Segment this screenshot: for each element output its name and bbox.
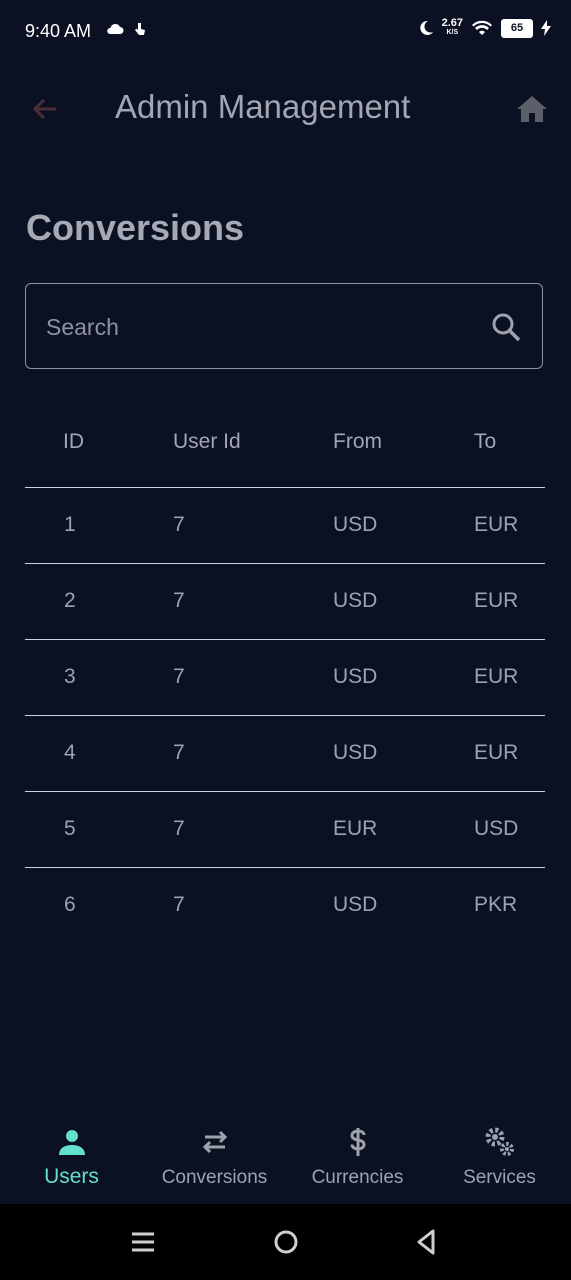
touch-icon xyxy=(135,23,145,35)
nav-label-users: Users xyxy=(44,1165,99,1188)
table-row[interactable]: 5 7 EUR USD xyxy=(25,792,545,868)
bottom-nav: Users Conversions Currencies Services xyxy=(0,1110,571,1204)
cell-to: EUR xyxy=(474,741,519,764)
cell-id: 5 xyxy=(64,817,76,840)
cell-to: EUR xyxy=(474,513,519,536)
header-user-id[interactable]: User Id xyxy=(173,430,241,454)
search-input[interactable] xyxy=(44,306,478,348)
status-bar: 9:40 AM 2.67 K/S 65 xyxy=(0,0,571,64)
table-header: ID User Id From To xyxy=(25,400,545,488)
cell-from: EUR xyxy=(333,817,378,840)
back-button[interactable] xyxy=(28,92,62,126)
search-box[interactable] xyxy=(25,283,543,369)
gears-icon xyxy=(485,1127,514,1156)
cell-user-id: 7 xyxy=(173,817,185,840)
battery-indicator: 65 xyxy=(501,18,533,38)
header-from[interactable]: From xyxy=(333,430,382,454)
home-icon xyxy=(517,96,547,122)
nav-label-conversions: Conversions xyxy=(161,1167,268,1188)
swap-arrows-icon xyxy=(202,1130,227,1154)
cell-id: 4 xyxy=(64,741,76,764)
dollar-icon xyxy=(349,1128,366,1156)
cell-user-id: 7 xyxy=(173,589,185,612)
cell-id: 3 xyxy=(64,665,76,688)
nav-label-services: Services xyxy=(463,1167,536,1188)
network-speed-unit: K/S xyxy=(446,29,459,36)
cell-id: 6 xyxy=(64,893,76,916)
system-nav-bar xyxy=(0,1204,571,1280)
app-title: Admin Management xyxy=(115,88,411,125)
person-icon xyxy=(58,1130,85,1155)
header-to[interactable]: To xyxy=(474,430,496,454)
cell-to: EUR xyxy=(474,665,519,688)
cell-from: USD xyxy=(333,513,378,536)
cell-from: USD xyxy=(333,589,378,612)
cell-to: PKR xyxy=(474,893,518,916)
cell-to: EUR xyxy=(474,589,519,612)
nav-item-services[interactable]: Services xyxy=(428,1110,571,1204)
table-row[interactable]: 3 7 USD EUR xyxy=(25,640,545,716)
table-row[interactable]: 4 7 USD EUR xyxy=(25,716,545,792)
menu-icon[interactable] xyxy=(129,1228,157,1256)
cell-from: USD xyxy=(333,893,378,916)
home-circle-icon[interactable] xyxy=(272,1228,300,1256)
cell-to: USD xyxy=(474,817,519,840)
nav-item-conversions[interactable]: Conversions xyxy=(143,1110,286,1204)
cell-from: USD xyxy=(333,741,378,764)
table-row[interactable]: 1 7 USD EUR xyxy=(25,488,545,564)
nav-item-users[interactable]: Users xyxy=(0,1110,143,1204)
status-icons-right: 2.67 K/S 65 xyxy=(417,18,551,38)
cell-id: 2 xyxy=(64,589,76,612)
page-title: Conversions xyxy=(26,207,245,248)
moon-icon xyxy=(419,20,433,35)
nav-item-currencies[interactable]: Currencies xyxy=(286,1110,429,1204)
status-time: 9:40 AM xyxy=(25,21,92,41)
search-icon[interactable] xyxy=(490,311,522,343)
cell-user-id: 7 xyxy=(173,893,185,916)
table-row[interactable]: 2 7 USD EUR xyxy=(25,564,545,640)
home-button[interactable] xyxy=(515,92,549,126)
charging-bolt-icon xyxy=(541,20,551,36)
cell-user-id: 7 xyxy=(173,741,185,764)
back-triangle-icon[interactable] xyxy=(413,1228,441,1256)
header-id[interactable]: ID xyxy=(63,430,84,454)
cell-from: USD xyxy=(333,665,378,688)
table-row[interactable]: 6 7 USD PKR xyxy=(25,868,545,943)
conversions-table: ID User Id From To 1 7 USD EUR 2 7 USD E… xyxy=(25,400,545,943)
cell-user-id: 7 xyxy=(173,513,185,536)
nav-label-currencies: Currencies xyxy=(311,1167,404,1188)
network-speed: 2.67 K/S xyxy=(442,18,463,38)
cloud-icon xyxy=(107,23,124,34)
cell-user-id: 7 xyxy=(173,665,185,688)
status-icons-left xyxy=(106,22,146,36)
arrow-left-icon xyxy=(32,98,56,120)
wifi-icon xyxy=(472,20,492,35)
cell-id: 1 xyxy=(64,513,76,536)
app-bar: Admin Management xyxy=(0,70,571,146)
